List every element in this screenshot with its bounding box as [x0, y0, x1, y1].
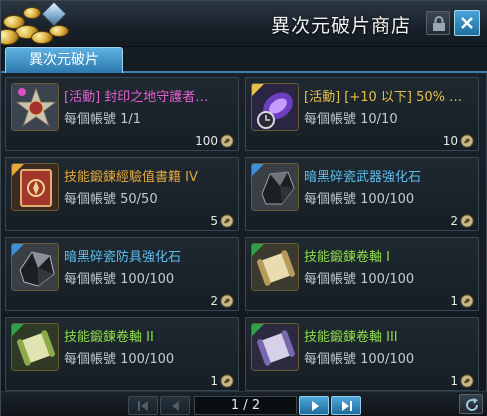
item-price: 10	[443, 134, 474, 148]
shard-currency-icon	[220, 294, 234, 308]
item-purchase-limit: 每個帳號 50/50	[64, 192, 158, 207]
window-title: 異次元破片商店	[271, 15, 412, 37]
last-page-icon	[342, 401, 352, 411]
refresh-button[interactable]	[459, 394, 483, 414]
shop-item[interactable]: [活動] 封印之地守護者… 每個帳號 1/1 100	[5, 77, 239, 151]
refresh-icon	[466, 398, 479, 411]
shop-item[interactable]: 技能鍛鍊卷軸 III 每個帳號 100/100 1	[245, 317, 479, 391]
price-value: 100	[195, 134, 218, 148]
item-purchase-limit: 每個帳號 100/100	[64, 352, 175, 367]
shard-currency-icon	[220, 134, 234, 148]
item-name: 技能鍛鍊卷軸 III	[304, 330, 398, 345]
item-price: 5	[210, 214, 234, 228]
scroll-icon	[11, 323, 59, 371]
item-price: 1	[450, 374, 474, 388]
shard-currency-icon	[220, 374, 234, 388]
item-purchase-limit: 每個帳號 100/100	[64, 272, 175, 287]
item-name: 暗黑碎瓷武器強化石	[304, 170, 422, 185]
next-page-button[interactable]	[299, 396, 329, 415]
shop-item[interactable]: 技能鍛鍊卷軸 I 每個帳號 100/100 1	[245, 237, 479, 311]
item-purchase-limit: 每個帳號 100/100	[304, 352, 415, 367]
tab-bar: 異次元破片	[1, 47, 487, 73]
red-book-icon	[11, 163, 59, 211]
black-stone-icon	[251, 163, 299, 211]
scroll-icon	[251, 323, 299, 371]
pagination-bar: 1 / 2	[1, 391, 487, 416]
shop-item[interactable]: 技能鍛鍊經驗值書籍 IV 每個帳號 50/50 5	[5, 157, 239, 231]
first-page-button[interactable]	[128, 396, 158, 415]
item-purchase-limit: 每個帳號 10/10	[304, 112, 398, 127]
lock-button[interactable]	[426, 11, 450, 35]
prev-page-button[interactable]	[160, 396, 190, 415]
next-page-icon	[312, 401, 319, 411]
item-name: 技能鍛鍊經驗值書籍 IV	[64, 170, 198, 185]
item-name: 暗黑碎瓷防具強化石	[64, 250, 182, 265]
item-price: 1	[210, 374, 234, 388]
close-icon	[461, 17, 473, 29]
price-value: 2	[210, 294, 218, 308]
close-button[interactable]	[454, 10, 480, 36]
lock-icon	[433, 16, 445, 31]
scroll-icon	[251, 243, 299, 291]
price-value: 10	[442, 134, 458, 148]
shard-currency-icon	[460, 134, 474, 148]
shard-currency-icon	[220, 214, 234, 228]
item-price: 100	[195, 134, 234, 148]
shard-currency-icon	[460, 214, 474, 228]
shard-currency-icon	[460, 294, 474, 308]
price-value: 2	[450, 214, 458, 228]
item-price: 2	[450, 214, 474, 228]
item-name: [活動] [+10 以下] 50% …	[304, 90, 463, 105]
item-name: 技能鍛鍊卷軸 I	[304, 250, 390, 265]
shard-currency-icon	[460, 374, 474, 388]
item-purchase-limit: 每個帳號 1/1	[64, 112, 142, 127]
tab-dimension-shard[interactable]: 異次元破片	[5, 47, 123, 73]
black-stone-icon	[11, 243, 59, 291]
item-grid: [活動] 封印之地守護者… 每個帳號 1/1 100 [活動] [+10 以下]…	[5, 75, 483, 391]
item-name: 技能鍛鍊卷軸 II	[64, 330, 154, 345]
star-medal-icon	[11, 83, 59, 131]
prev-page-icon	[172, 401, 179, 411]
item-price: 1	[450, 294, 474, 308]
shop-item[interactable]: 暗黑碎瓷武器強化石 每個帳號 100/100 2	[245, 157, 479, 231]
price-value: 5	[210, 214, 218, 228]
price-value: 1	[210, 374, 218, 388]
first-page-icon	[138, 401, 148, 411]
page-indicator: 1 / 2	[194, 396, 297, 415]
shop-window: 異次元破片商店 異次元破片 [活動] 封印之地守護者… 每個帳號 1/1 100…	[0, 0, 487, 416]
item-purchase-limit: 每個帳號 100/100	[304, 272, 415, 287]
title-bar: 異次元破片商店	[1, 1, 487, 47]
item-name: [活動] 封印之地守護者…	[64, 90, 209, 105]
shop-item[interactable]: 暗黑碎瓷防具強化石 每個帳號 100/100 2	[5, 237, 239, 311]
time-scroll-icon	[251, 83, 299, 131]
price-value: 1	[450, 374, 458, 388]
last-page-button[interactable]	[331, 396, 361, 415]
shop-item[interactable]: 技能鍛鍊卷軸 II 每個帳號 100/100 1	[5, 317, 239, 391]
item-purchase-limit: 每個帳號 100/100	[304, 192, 415, 207]
shop-item[interactable]: [活動] [+10 以下] 50% … 每個帳號 10/10 10	[245, 77, 479, 151]
coins-decoration-icon	[1, 1, 81, 45]
item-price: 2	[210, 294, 234, 308]
price-value: 1	[450, 294, 458, 308]
